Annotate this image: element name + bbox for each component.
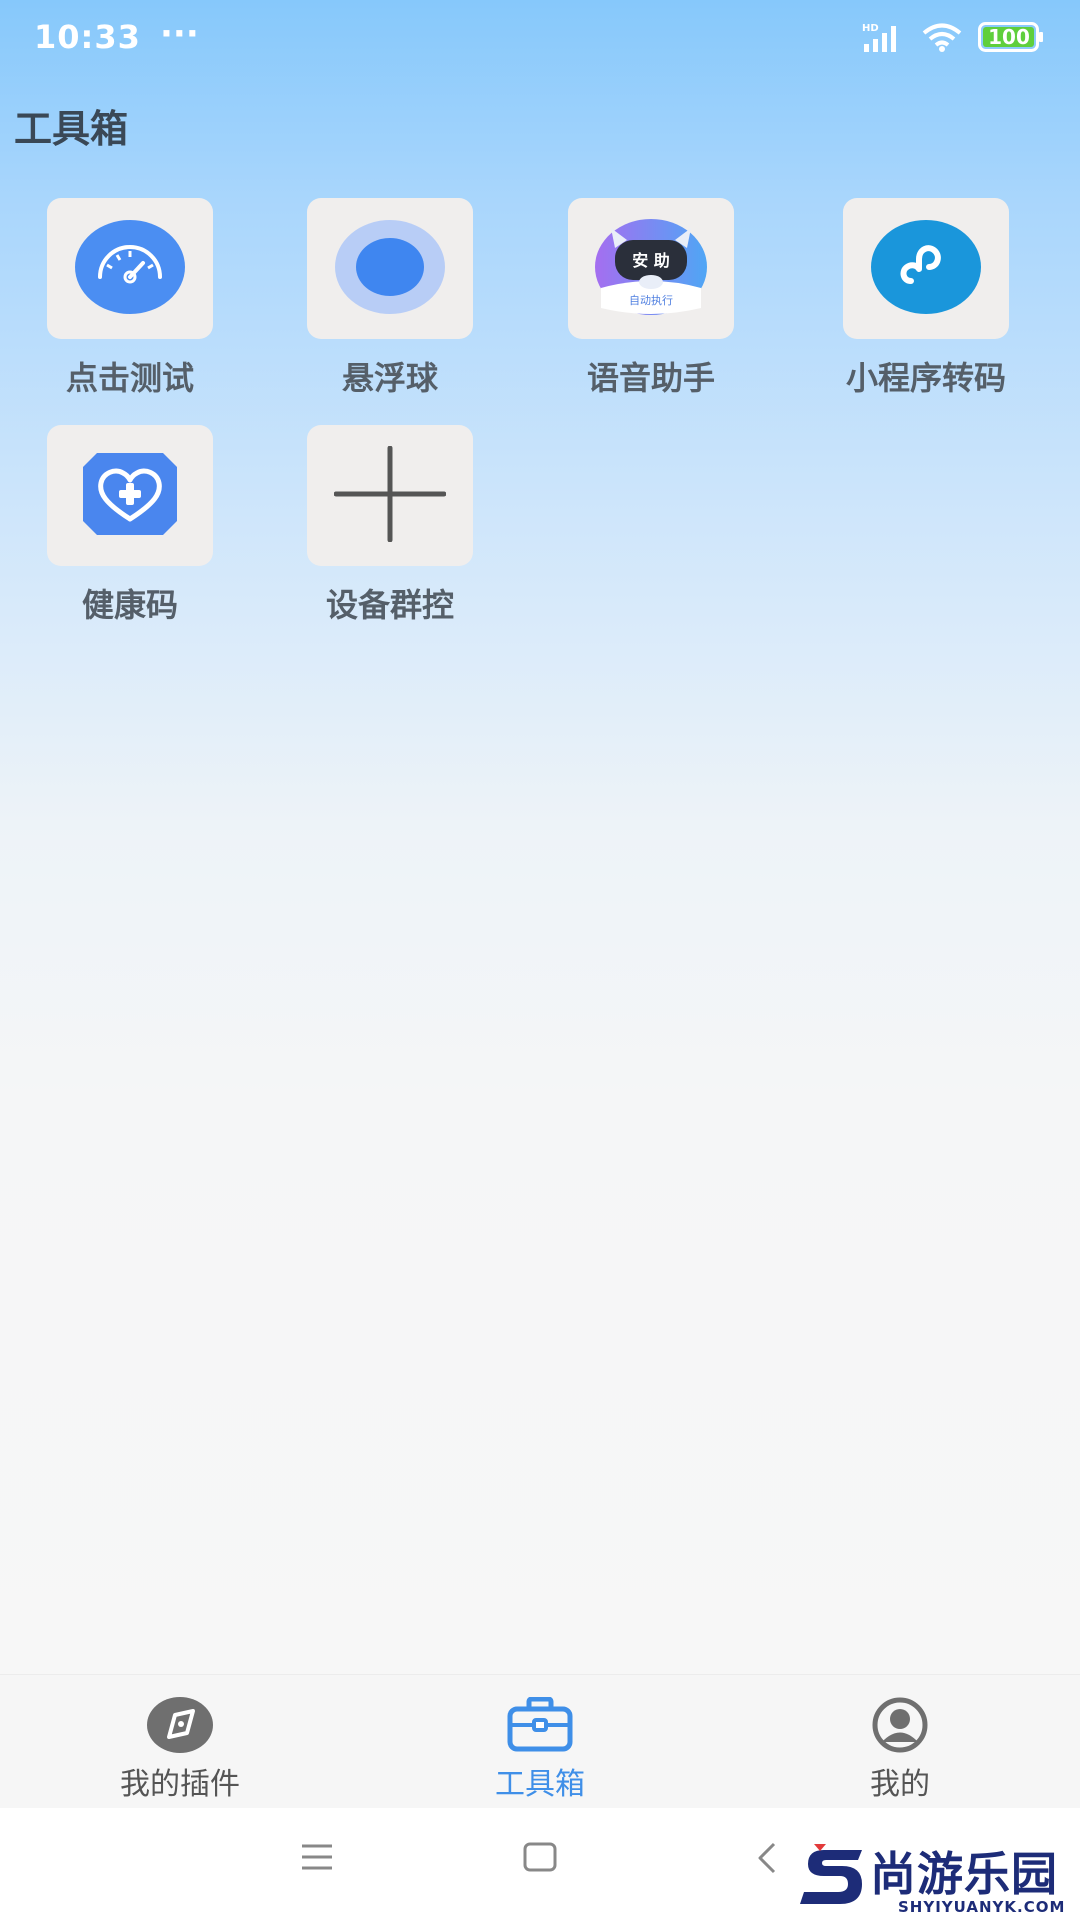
health-heart-icon: [83, 452, 177, 539]
mini-program-icon: [871, 219, 981, 319]
tool-label: 设备群控: [325, 586, 454, 624]
watermark: 尚游乐园 SHYIYUANYK.COM: [798, 1836, 1080, 1920]
voice-assistant-badge-top: 安 助: [632, 251, 670, 270]
tool-tile[interactable]: [307, 198, 473, 339]
nav-label: 我的插件: [120, 1767, 240, 1802]
nav-label: 我的: [870, 1767, 930, 1802]
tool-label: 点击测试: [65, 359, 194, 397]
toolbox-icon: [507, 1696, 573, 1757]
watermark-subtext: SHYIYUANYK.COM: [898, 1898, 1066, 1916]
battery-icon: 100: [978, 22, 1044, 52]
bottom-nav: 我的插件 工具箱 我的: [0, 1674, 1080, 1809]
tool-voice-assistant[interactable]: 安 助 自动执行 语音助手: [531, 198, 771, 399]
nav-item-toolbox[interactable]: 工具箱: [420, 1675, 660, 1809]
page-title: 工具箱: [14, 107, 129, 151]
status-icons: HD 100: [862, 22, 1044, 52]
more-notifications-icon: ···: [160, 14, 199, 54]
status-bar: 10:33 ··· HD 100: [0, 0, 1080, 80]
tool-tile[interactable]: [47, 198, 213, 339]
tool-label: 悬浮球: [341, 359, 438, 397]
voice-assistant-badge-bottom: 自动执行: [629, 293, 673, 307]
plus-icon: [333, 445, 447, 546]
menu-icon[interactable]: [300, 1842, 334, 1876]
status-time: 10:33: [34, 18, 141, 56]
voice-assistant-icon: 安 助 自动执行: [595, 218, 707, 320]
tool-label: 小程序转码: [845, 359, 1006, 397]
nav-item-me[interactable]: 我的: [780, 1675, 1020, 1809]
tool-tile[interactable]: [307, 425, 473, 566]
tool-tile[interactable]: 安 助 自动执行: [568, 198, 734, 339]
nav-label: 工具箱: [495, 1767, 585, 1802]
floating-ball-icon: [335, 219, 445, 319]
tool-label: 语音助手: [586, 359, 715, 397]
tool-health-code[interactable]: 健康码: [10, 425, 250, 626]
speedometer-icon: [75, 219, 185, 319]
tool-label: 健康码: [81, 586, 178, 624]
signal-icon: HD: [862, 22, 906, 52]
tool-device-group-control[interactable]: 设备群控: [270, 425, 510, 626]
watermark-text: 尚游乐园: [870, 1847, 1058, 1901]
tool-tile[interactable]: [47, 425, 213, 566]
nav-item-my-plugins[interactable]: 我的插件: [60, 1675, 300, 1809]
tool-click-test[interactable]: 点击测试: [10, 198, 250, 399]
user-profile-icon: [872, 1697, 928, 1757]
tool-floating-ball[interactable]: 悬浮球: [270, 198, 510, 399]
tool-mini-program-transcode[interactable]: 小程序转码: [806, 198, 1046, 399]
wifi-icon: [922, 22, 962, 52]
compass-icon: [147, 1697, 213, 1757]
home-icon[interactable]: [523, 1842, 557, 1876]
battery-level: 100: [988, 25, 1030, 49]
hd-badge: HD: [862, 23, 879, 34]
back-icon[interactable]: [756, 1842, 778, 1878]
tool-tile[interactable]: [843, 198, 1009, 339]
